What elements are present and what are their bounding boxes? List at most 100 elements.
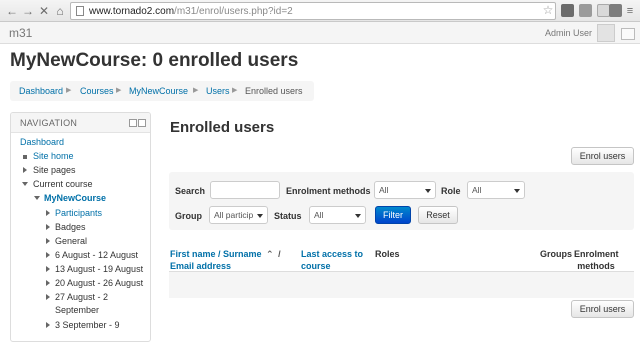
enrol-users-button-bottom[interactable]: Enrol users — [571, 300, 634, 318]
column-header-email[interactable]: Email address — [170, 261, 231, 271]
expand-icon[interactable] — [46, 224, 50, 230]
back-icon[interactable]: ← — [4, 3, 20, 19]
column-header-groups: Groups — [540, 249, 573, 259]
table-empty-row — [169, 272, 634, 298]
column-header-methods-line1: Enrolment — [574, 249, 619, 259]
enrolment-methods-value: All — [379, 185, 389, 195]
nav-dashboard[interactable]: Dashboard — [20, 137, 64, 147]
group-select[interactable]: All particip — [209, 206, 268, 224]
enrol-users-button[interactable]: Enrol users — [571, 147, 634, 165]
nav-week-1[interactable]: 6 August - 12 August — [55, 250, 138, 260]
expand-icon[interactable] — [46, 210, 50, 216]
column-header-last-access-line2[interactable]: course — [301, 261, 331, 271]
nav-badges[interactable]: Badges — [55, 222, 86, 232]
collapse-icon[interactable] — [138, 119, 146, 127]
breadcrumb-separator-icon: ▶ — [66, 87, 72, 94]
group-value: All particip — [214, 210, 254, 220]
breadcrumb-courses[interactable]: Courses — [80, 86, 114, 96]
nav-site-pages[interactable]: Site pages — [33, 165, 76, 175]
column-header-last-access-line1[interactable]: Last access to — [301, 249, 363, 259]
column-header-name-label[interactable]: First name / Surname — [170, 249, 262, 259]
user-menu[interactable]: Admin User — [545, 28, 592, 38]
breadcrumb-users[interactable]: Users — [206, 86, 230, 96]
column-header-separator: / — [278, 249, 281, 259]
reset-button[interactable]: Reset — [418, 206, 458, 224]
search-label: Search — [175, 186, 206, 196]
breadcrumb-dashboard[interactable]: Dashboard — [19, 86, 63, 96]
expand-icon[interactable] — [46, 322, 50, 328]
forward-icon[interactable]: → — [20, 3, 36, 19]
collapse-arrow-icon[interactable] — [22, 182, 28, 186]
nav-week-5[interactable]: 3 September - 9 — [55, 320, 120, 330]
column-header-roles: Roles — [375, 249, 400, 259]
column-header-last-access[interactable]: Last access to course — [301, 248, 363, 272]
status-value: All — [314, 210, 324, 220]
nav-week-4-cont[interactable]: September — [55, 305, 99, 315]
site-navbar: m31 Admin User — [0, 22, 640, 44]
filter-panel: Search Enrolment methods All Role All Gr… — [169, 172, 634, 230]
extension-icon[interactable] — [579, 4, 592, 17]
role-label: Role — [441, 186, 461, 196]
enrolment-methods-label: Enrolment methods — [286, 186, 371, 196]
chevron-down-icon — [257, 214, 263, 218]
navigation-block-header: NAVIGATION — [11, 113, 150, 133]
nav-course[interactable]: MyNewCourse — [44, 193, 106, 203]
nav-week-4[interactable]: 27 August - 2 — [55, 292, 108, 302]
navigation-block: NAVIGATION Dashboard Site home Site page… — [10, 112, 151, 342]
menu-icon[interactable]: ≡ — [622, 3, 638, 19]
nav-participants[interactable]: Participants — [55, 208, 102, 218]
star-icon[interactable]: ☆ — [540, 2, 556, 18]
nav-site-home[interactable]: Site home — [33, 151, 74, 161]
breadcrumb: Dashboard ▶ Courses ▶ MyNewCourse ▶ User… — [10, 81, 314, 101]
breadcrumb-separator-icon: ▶ — [116, 87, 122, 94]
chevron-down-icon — [514, 189, 520, 193]
nav-week-2[interactable]: 13 August - 19 August — [55, 264, 143, 274]
column-header-methods-line2: methods — [577, 261, 615, 271]
expand-icon[interactable] — [46, 266, 50, 272]
home-icon[interactable]: ⌂ — [52, 3, 68, 19]
page-title: MyNewCourse: 0 enrolled users — [10, 50, 299, 71]
navigation-block-title: NAVIGATION — [20, 118, 78, 128]
role-select[interactable]: All — [467, 181, 525, 199]
expand-icon[interactable] — [23, 167, 27, 173]
url-host: www.tornado2.com — [89, 6, 175, 17]
breadcrumb-separator-icon: ▶ — [232, 87, 238, 94]
status-label: Status — [274, 211, 302, 221]
group-label: Group — [175, 211, 202, 221]
column-header-name[interactable]: First name / Surname ⌃ / Email address — [170, 248, 281, 272]
nav-general[interactable]: General — [55, 236, 87, 246]
breadcrumb-enrolled-users: Enrolled users — [245, 86, 303, 96]
expand-icon[interactable] — [46, 280, 50, 286]
stop-icon[interactable]: ✕ — [36, 3, 52, 19]
url-path: /m31/enrol/users.php?id=2 — [174, 6, 293, 17]
section-heading: Enrolled users — [170, 119, 275, 136]
search-input[interactable] — [210, 181, 280, 199]
expand-icon[interactable] — [46, 238, 50, 244]
page-icon — [76, 6, 84, 16]
dock-icon[interactable] — [129, 119, 137, 127]
language-icon[interactable] — [621, 28, 635, 40]
expand-icon[interactable] — [46, 252, 50, 258]
nav-current-course[interactable]: Current course — [33, 179, 93, 189]
collapse-arrow-icon[interactable] — [34, 196, 40, 200]
chevron-down-icon — [425, 189, 431, 193]
chevron-down-icon — [355, 214, 361, 218]
breadcrumb-course[interactable]: MyNewCourse — [129, 86, 188, 96]
filter-button[interactable]: Filter — [375, 206, 411, 224]
sort-ascending-icon: ⌃ — [266, 249, 274, 259]
address-bar[interactable]: www.tornado2.com/m31/enrol/users.php?id=… — [70, 2, 556, 20]
nav-week-3[interactable]: 20 August - 26 August — [55, 278, 143, 288]
extension-icon[interactable] — [561, 4, 574, 17]
enrolment-methods-select[interactable]: All — [374, 181, 436, 199]
url-text: www.tornado2.com/m31/enrol/users.php?id=… — [89, 6, 293, 17]
status-select[interactable]: All — [309, 206, 366, 224]
breadcrumb-separator-icon: ▶ — [193, 87, 199, 94]
site-name[interactable]: m31 — [9, 26, 32, 40]
expand-icon[interactable] — [46, 294, 50, 300]
extension-icon[interactable] — [609, 4, 622, 17]
avatar[interactable] — [597, 24, 615, 42]
column-header-enrolment-methods: Enrolment methods — [574, 248, 619, 272]
bullet-icon — [23, 155, 27, 159]
role-value: All — [472, 185, 482, 195]
browser-toolbar: ← → ✕ ⌂ www.tornado2.com/m31/enrol/users… — [0, 0, 640, 22]
